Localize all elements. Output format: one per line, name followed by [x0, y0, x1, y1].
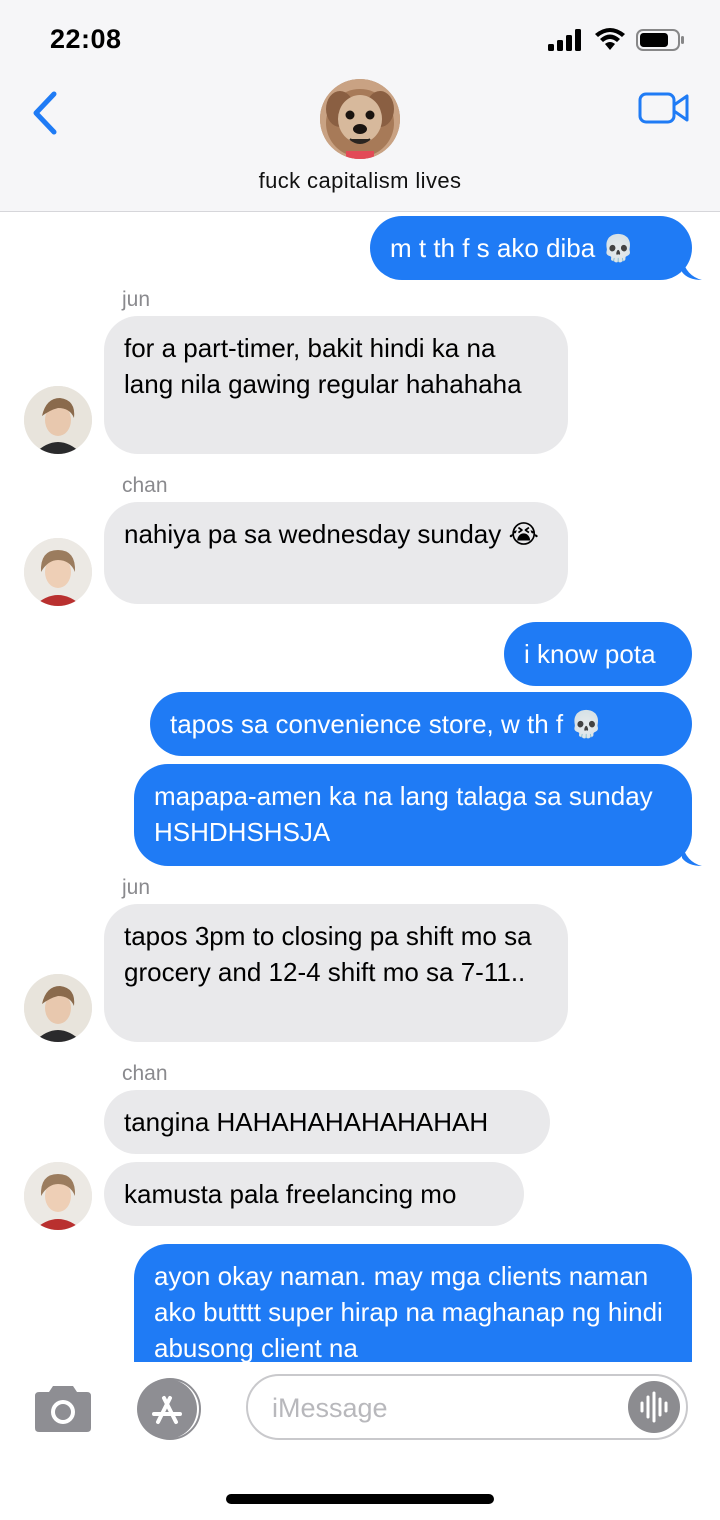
chevron-left-icon: [33, 91, 57, 135]
outgoing-message[interactable]: mapapa-amen ka na lang talaga sa sunday …: [134, 764, 692, 866]
audio-message-button[interactable]: [628, 1381, 680, 1433]
group-avatar[interactable]: [320, 79, 400, 159]
cellular-signal-icon: [548, 29, 581, 51]
message-input-field[interactable]: [246, 1374, 688, 1440]
incoming-message[interactable]: nahiya pa sa wednesday sunday 😭: [104, 502, 568, 604]
incoming-message[interactable]: kamusta pala freelancing mo: [104, 1162, 524, 1226]
bubble-tail: [682, 258, 702, 280]
avatar-photo: [24, 386, 92, 454]
status-bar: 22:08: [0, 0, 720, 80]
sender-name: chan: [122, 474, 168, 497]
outgoing-message[interactable]: i know pota: [504, 622, 692, 686]
message-text: tapos 3pm to closing pa shift mo sa groc…: [124, 921, 532, 987]
wifi-icon: [595, 28, 625, 50]
status-icons: [548, 28, 686, 52]
back-button[interactable]: [24, 88, 68, 138]
avatar-photo: [24, 1162, 92, 1230]
sender-name: jun: [122, 876, 151, 899]
message-thread[interactable]: m t th f s ako diba 💀 jun for a part-tim…: [0, 212, 720, 1362]
incoming-message[interactable]: for a part-timer, bakit hindi ka na lang…: [104, 316, 568, 454]
avatar-photo: [24, 974, 92, 1042]
message-text: mapapa-amen ka na lang talaga sa sunday …: [154, 781, 653, 847]
status-time: 22:08: [50, 24, 122, 54]
message-text: tapos sa convenience store, w th f 💀: [170, 709, 603, 739]
messages-screen: fuck capitalism lives 22:08 m t th f s a…: [0, 0, 720, 1520]
avatar-photo: [24, 538, 92, 606]
bubble-tail: [682, 844, 702, 866]
camera-button[interactable]: [31, 1384, 95, 1434]
sender-name: jun: [122, 288, 151, 311]
message-input[interactable]: [272, 1388, 612, 1428]
avatar-chan[interactable]: [24, 538, 92, 606]
incoming-message[interactable]: tapos 3pm to closing pa shift mo sa groc…: [104, 904, 568, 1042]
sender-name: chan: [122, 1062, 168, 1085]
avatar-jun[interactable]: [24, 386, 92, 454]
video-camera-icon: [638, 92, 689, 124]
message-text: nahiya pa sa wednesday sunday 😭: [124, 519, 539, 549]
message-text: m t th f s ako diba 💀: [390, 233, 635, 263]
audio-waveform-icon: [640, 1391, 668, 1423]
app-store-button[interactable]: [136, 1378, 204, 1440]
outgoing-message[interactable]: m t th f s ako diba 💀: [370, 216, 692, 280]
avatar-chan[interactable]: [24, 1162, 92, 1230]
message-text: for a part-timer, bakit hindi ka na lang…: [124, 333, 522, 399]
avatar-jun[interactable]: [24, 974, 92, 1042]
app-store-icon: [137, 1378, 201, 1440]
video-call-button[interactable]: [638, 91, 690, 125]
home-indicator[interactable]: [226, 1494, 494, 1504]
message-text: kamusta pala freelancing mo: [124, 1179, 457, 1209]
camera-icon: [35, 1386, 91, 1432]
message-text: i know pota: [524, 639, 656, 669]
message-text: ayon okay naman. may mga clients naman a…: [154, 1261, 663, 1362]
outgoing-message[interactable]: tapos sa convenience store, w th f 💀: [150, 692, 692, 756]
group-name[interactable]: fuck capitalism lives: [0, 168, 720, 194]
battery-icon: [636, 29, 684, 51]
outgoing-message[interactable]: ayon okay naman. may mga clients naman a…: [134, 1244, 692, 1362]
incoming-message[interactable]: tangina HAHAHAHAHAHAHAH: [104, 1090, 550, 1154]
message-text: tangina HAHAHAHAHAHAHAH: [124, 1107, 489, 1137]
dog-photo: [320, 79, 400, 159]
